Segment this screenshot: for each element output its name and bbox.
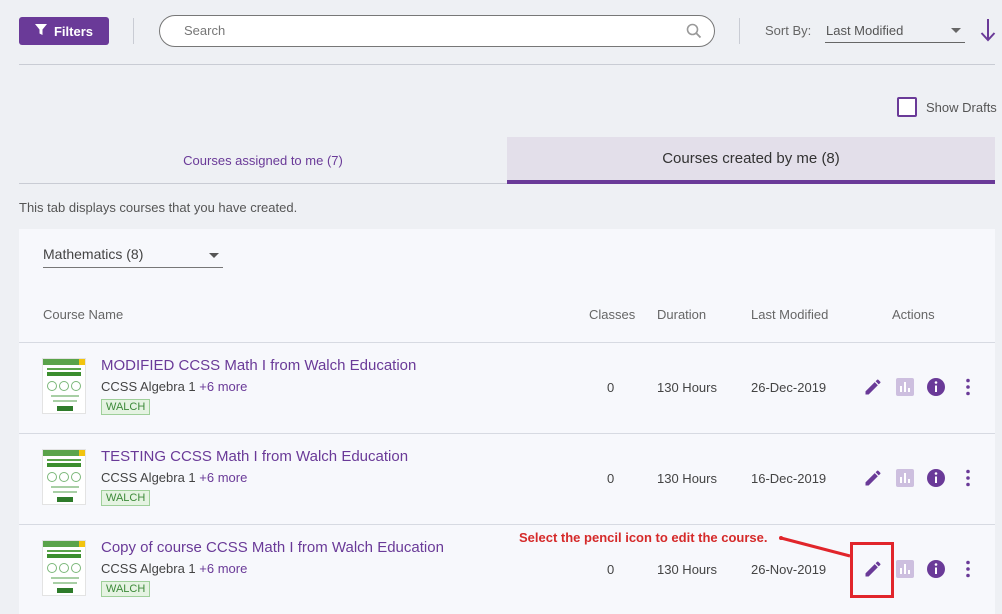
filters-button[interactable]: Filters bbox=[19, 17, 109, 45]
show-drafts-toggle[interactable]: Show Drafts bbox=[897, 97, 997, 117]
info-icon[interactable] bbox=[926, 559, 946, 584]
funnel-icon bbox=[34, 23, 47, 39]
more-vert-icon[interactable] bbox=[959, 377, 977, 402]
chevron-down-icon bbox=[209, 253, 219, 258]
divider bbox=[739, 18, 740, 44]
course-thumbnail[interactable] bbox=[42, 540, 86, 596]
sort-select[interactable]: Last Modified bbox=[825, 21, 965, 43]
classes-count: 0 bbox=[607, 562, 615, 577]
more-subjects-link[interactable]: +6 more bbox=[199, 470, 247, 485]
course-subject-name: CCSS Algebra 1 bbox=[101, 379, 196, 394]
courses-panel: Mathematics (8) Course Name Classes Dura… bbox=[19, 229, 995, 614]
column-header-course-name: Course Name bbox=[43, 307, 124, 322]
course-subject: CCSS Algebra 1 +6 more bbox=[101, 379, 247, 394]
course-subject: CCSS Algebra 1 +6 more bbox=[101, 561, 247, 576]
subject-select[interactable]: Mathematics (8) bbox=[43, 245, 223, 268]
course-title-link[interactable]: MODIFIED CCSS Math I from Walch Educatio… bbox=[101, 357, 416, 374]
last-modified-date: 26-Dec-2019 bbox=[751, 380, 827, 395]
top-toolbar: Filters Sort By: Last Modified bbox=[0, 0, 1002, 64]
show-drafts-checkbox[interactable] bbox=[897, 97, 917, 117]
course-duration: 130 Hours bbox=[657, 471, 717, 486]
sort-value: Last Modified bbox=[826, 23, 904, 38]
show-drafts-label: Show Drafts bbox=[926, 99, 997, 115]
publisher-badge: WALCH bbox=[101, 581, 151, 597]
more-subjects-link[interactable]: +6 more bbox=[199, 561, 247, 576]
search-box[interactable] bbox=[159, 15, 715, 47]
column-header-duration: Duration bbox=[657, 307, 707, 322]
course-subject-name: CCSS Algebra 1 bbox=[101, 561, 196, 576]
pencil-icon[interactable] bbox=[863, 468, 883, 493]
filters-label: Filters bbox=[53, 23, 93, 39]
divider bbox=[133, 18, 134, 44]
column-header-actions: Actions bbox=[892, 307, 935, 322]
annotation-highlight-box bbox=[850, 542, 894, 598]
annotation-text: Select the pencil icon to edit the cours… bbox=[519, 530, 768, 545]
publisher-badge: WALCH bbox=[101, 490, 151, 506]
table-row[interactable]: MODIFIED CCSS Math I from Walch Educatio… bbox=[19, 342, 995, 433]
course-title-link[interactable]: Copy of course CCSS Math I from Walch Ed… bbox=[101, 539, 444, 556]
subject-value: Mathematics (8) bbox=[43, 246, 144, 262]
course-thumbnail[interactable] bbox=[42, 449, 86, 505]
last-modified-date: 16-Dec-2019 bbox=[751, 471, 827, 486]
column-header-classes: Classes bbox=[589, 307, 636, 322]
course-thumbnail[interactable] bbox=[42, 358, 86, 414]
last-modified-date: 26-Nov-2019 bbox=[751, 562, 827, 577]
chart-icon[interactable] bbox=[895, 559, 915, 584]
more-vert-icon[interactable] bbox=[959, 559, 977, 584]
classes-count: 0 bbox=[607, 380, 615, 395]
pencil-icon[interactable] bbox=[863, 377, 883, 402]
course-duration: 130 Hours bbox=[657, 562, 717, 577]
publisher-badge: WALCH bbox=[101, 399, 151, 415]
chevron-down-icon bbox=[951, 28, 961, 33]
info-icon[interactable] bbox=[926, 377, 946, 402]
toolbar-divider bbox=[19, 64, 995, 65]
table-row[interactable]: TESTING CCSS Math I from Walch Education… bbox=[19, 433, 995, 524]
classes-count: 0 bbox=[607, 471, 615, 486]
chart-icon[interactable] bbox=[895, 468, 915, 493]
course-duration: 130 Hours bbox=[657, 380, 717, 395]
more-subjects-link[interactable]: +6 more bbox=[199, 379, 247, 394]
more-vert-icon[interactable] bbox=[959, 468, 977, 493]
tab-courses-assigned[interactable]: Courses assigned to me (7) bbox=[19, 137, 507, 184]
course-subject-name: CCSS Algebra 1 bbox=[101, 470, 196, 485]
sort-by-label: Sort By: bbox=[765, 23, 812, 38]
info-icon[interactable] bbox=[926, 468, 946, 493]
table-row[interactable]: Copy of course CCSS Math I from Walch Ed… bbox=[19, 524, 995, 614]
course-subject: CCSS Algebra 1 +6 more bbox=[101, 470, 247, 485]
tab-courses-created[interactable]: Courses created by me (8) bbox=[507, 137, 995, 184]
course-title-link[interactable]: TESTING CCSS Math I from Walch Education bbox=[101, 448, 408, 465]
tab-description: This tab displays courses that you have … bbox=[19, 200, 298, 215]
chart-icon[interactable] bbox=[895, 377, 915, 402]
column-header-last-modified: Last Modified bbox=[751, 307, 829, 322]
search-icon[interactable] bbox=[686, 23, 702, 44]
search-input[interactable] bbox=[184, 23, 664, 38]
arrow-down-icon[interactable] bbox=[980, 18, 996, 47]
